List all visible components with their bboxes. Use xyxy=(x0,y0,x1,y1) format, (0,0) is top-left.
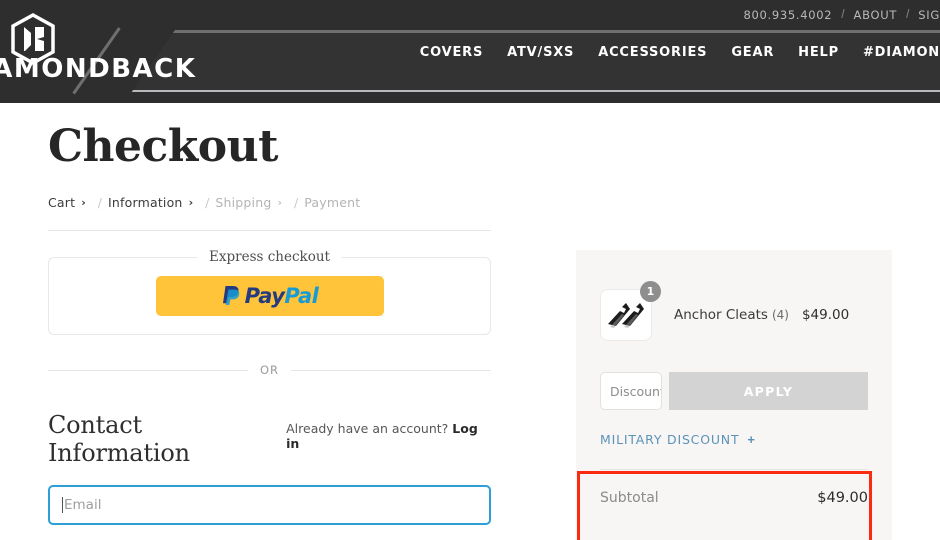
paypal-button[interactable]: Pay Pal xyxy=(155,276,384,316)
breadcrumb-shipping: Shipping xyxy=(215,195,272,210)
quantity-badge: 1 xyxy=(640,281,661,302)
apply-discount-button[interactable]: APPLY xyxy=(669,372,868,410)
nav-item-covers[interactable]: COVERS xyxy=(420,45,483,60)
site-header: 800.935.4002 / ABOUT / SIG COVERS ATV/SX… xyxy=(0,0,940,103)
utility-links: 800.935.4002 / ABOUT / SIG xyxy=(743,8,940,22)
express-checkout-section: Express checkout Pay Pal xyxy=(48,249,491,335)
order-item-text: Anchor Cleats (4) $49.00 xyxy=(674,307,849,323)
email-field[interactable]: Email xyxy=(48,485,491,525)
discount-code-placeholder: Discount code xyxy=(610,383,662,399)
logo-wordmark: DIAMONDBACK xyxy=(0,54,197,84)
contact-information-header: Contact Information Already have an acco… xyxy=(48,411,491,467)
breadcrumb-slash-1: / xyxy=(97,195,102,210)
email-placeholder: Email xyxy=(64,497,102,513)
nav-item-help[interactable]: HELP xyxy=(798,45,839,60)
nav-bottom-line xyxy=(0,90,940,92)
product-price: $49.00 xyxy=(801,307,850,323)
about-link[interactable]: ABOUT xyxy=(854,8,898,22)
discount-row: Discount code APPLY xyxy=(600,372,868,410)
signin-link[interactable]: SIG xyxy=(918,8,940,22)
nav-item-gear[interactable]: GEAR xyxy=(731,45,774,60)
order-line-item: 1 Anchor Cleats (4) $49.00 xyxy=(600,281,868,341)
breadcrumb-caret-1: › xyxy=(81,196,86,209)
nav-item-atv-sxs[interactable]: ATV/SXS xyxy=(507,45,574,60)
or-label: OR xyxy=(259,363,280,377)
account-prompt: Already have an account? Log in xyxy=(286,421,491,451)
checkout-content: Checkout Cart › / Information › / Shippi… xyxy=(0,103,940,540)
express-checkout-box: Express checkout Pay Pal xyxy=(48,249,491,335)
breadcrumb-payment: Payment xyxy=(304,195,361,210)
checkout-left-column: Checkout Cart › / Information › / Shippi… xyxy=(48,121,492,540)
express-checkout-label: Express checkout xyxy=(197,249,342,265)
product-variant: (4) xyxy=(771,308,789,322)
phone-number[interactable]: 800.935.4002 xyxy=(743,8,832,22)
text-caret xyxy=(62,497,63,513)
account-prompt-text: Already have an account? xyxy=(286,421,449,436)
or-line-left xyxy=(48,369,248,371)
plus-icon: + xyxy=(747,432,755,447)
anchor-cleats-product-icon xyxy=(608,303,644,328)
paypal-pal-text: Pal xyxy=(284,284,319,308)
breadcrumb-cart[interactable]: Cart xyxy=(48,195,75,210)
breadcrumb-information[interactable]: Information xyxy=(108,195,183,210)
utility-separator-2: / xyxy=(906,9,910,21)
breadcrumb-caret-3: › xyxy=(277,196,283,209)
subtotal-row: Subtotal $49.00 xyxy=(600,490,868,506)
nav-item-diamondback-hashtag[interactable]: #DIAMON xyxy=(863,45,940,60)
paypal-p-icon xyxy=(221,285,241,308)
page-title: Checkout xyxy=(48,121,278,172)
or-divider: OR xyxy=(48,363,492,377)
summary-divider xyxy=(600,469,868,470)
military-discount-toggle[interactable]: MILITARY DISCOUNT + xyxy=(600,432,868,447)
product-thumbnail-wrap: 1 xyxy=(600,281,661,341)
nav-item-accessories[interactable]: ACCESSORIES xyxy=(598,45,707,60)
breadcrumb-caret-2: › xyxy=(188,196,194,209)
top-divider xyxy=(48,230,491,231)
breadcrumb-slash-2: / xyxy=(205,195,210,210)
paypal-wordmark: Pay Pal xyxy=(221,284,319,308)
utility-separator-1: / xyxy=(841,9,845,21)
contact-information-title: Contact Information xyxy=(48,411,190,467)
subtotal-value: $49.00 xyxy=(817,490,868,506)
or-line-right xyxy=(291,369,492,371)
breadcrumb-slash-3: / xyxy=(294,195,299,210)
order-summary-panel: 1 Anchor Cleats (4) $49.00 Discount code… xyxy=(576,250,892,540)
military-discount-label: MILITARY DISCOUNT xyxy=(600,432,740,447)
discount-code-input[interactable]: Discount code xyxy=(600,372,662,410)
breadcrumb: Cart › / Information › / Shipping › / Pa… xyxy=(48,195,491,210)
product-name: Anchor Cleats xyxy=(674,307,768,323)
subtotal-label: Subtotal xyxy=(600,490,659,506)
checkout-page: 800.935.4002 / ABOUT / SIG COVERS ATV/SX… xyxy=(0,0,940,540)
paypal-pay-text: Pay xyxy=(244,284,285,308)
